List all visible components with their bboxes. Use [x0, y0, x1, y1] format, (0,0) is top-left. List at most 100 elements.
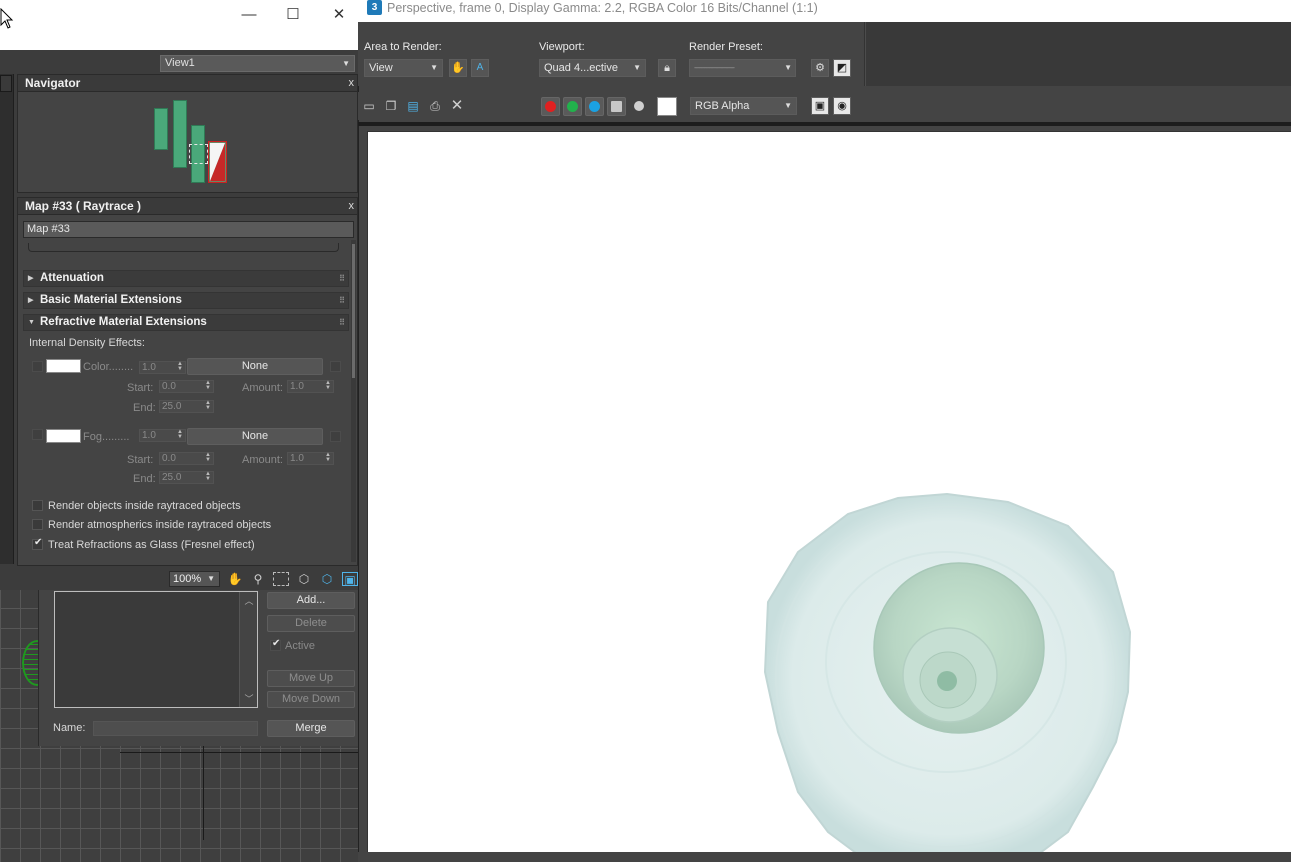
navigator-selected-node[interactable] [208, 141, 227, 183]
rollout-basic-material-extensions[interactable]: ▶ Basic Material Extensions ⠿ [23, 292, 349, 309]
treat-refractions-glass-label: Treat Refractions as Glass (Fresnel effe… [48, 539, 255, 551]
navigator-close-button[interactable]: x [349, 75, 355, 92]
top-left-window-titlebar [0, 0, 358, 50]
render-preset-label: Render Preset: [689, 41, 763, 53]
zoom-all-icon[interactable]: ▣ [342, 572, 358, 587]
fog-map-enable-checkbox[interactable] [330, 431, 341, 442]
auto-region-icon[interactable]: A [471, 59, 489, 77]
channel-display-value: RGB Alpha [695, 100, 750, 112]
spinner-value: 25.0 [162, 401, 182, 412]
maximize-button[interactable]: ☐ [282, 6, 304, 24]
state-list[interactable] [54, 591, 258, 708]
state-name-field[interactable] [93, 721, 258, 736]
start-label: Start: [127, 454, 154, 466]
fog-enable-checkbox[interactable] [32, 429, 43, 440]
color-amount-spinner[interactable]: 1.0 ▲ ▼ [139, 361, 186, 374]
spinner-arrows-icon: ▲ ▼ [205, 471, 211, 482]
fog-start-spinner[interactable]: 0.0 ▲ ▼ [159, 452, 214, 465]
copy-icon[interactable]: ❐ [383, 99, 399, 113]
close-button[interactable]: ✕ [328, 6, 350, 24]
color-label: Color........ [83, 361, 134, 373]
print-icon[interactable]: ⎙ [427, 99, 443, 113]
zoom-extents-icon[interactable]: ⬡ [296, 572, 312, 586]
render-separator [358, 122, 1291, 126]
color-enable-checkbox[interactable] [32, 361, 43, 372]
pan-hand-icon[interactable]: ✋ [227, 572, 243, 586]
red-channel-toggle[interactable] [541, 97, 560, 116]
scroll-up-icon[interactable]: ︿ [240, 594, 258, 607]
left-edge-cell[interactable] [0, 75, 12, 92]
active-checkbox[interactable] [270, 638, 281, 651]
monochrome-icon[interactable] [634, 101, 644, 111]
color-amount-value-spinner[interactable]: 1.0 ▲ ▼ [287, 380, 334, 393]
render-toggle-icon[interactable]: ◉ [833, 97, 851, 115]
color-start-spinner[interactable]: 0.0 ▲ ▼ [159, 380, 214, 393]
render-objects-inside-checkbox[interactable] [32, 500, 43, 511]
color-end-spinner[interactable]: 25.0 ▲ ▼ [159, 400, 214, 413]
render-setup-icon[interactable]: ⚙ [811, 59, 829, 77]
rollout-label: Attenuation [40, 272, 104, 284]
end-label: End: [133, 402, 156, 414]
clear-icon[interactable]: ✕ [449, 98, 465, 113]
viewport-dropdown[interactable]: Quad 4...ective ▼ [539, 59, 646, 77]
minimize-button[interactable]: — [238, 6, 260, 24]
fog-swatch[interactable] [46, 429, 81, 443]
navigator-node[interactable] [173, 100, 187, 168]
map-panel-title-bar[interactable]: Map #33 ( Raytrace ) x [18, 198, 357, 215]
map-panel-scroll-thumb[interactable] [352, 244, 355, 378]
chevron-down-icon: ▼ [430, 63, 438, 72]
navigator-node[interactable] [154, 108, 168, 150]
merge-button[interactable]: Merge [267, 720, 355, 737]
delete-button[interactable]: Delete [267, 615, 355, 632]
color-swatch[interactable] [46, 359, 81, 373]
amount-label: Amount: [242, 454, 283, 466]
fog-amount-spinner[interactable]: 1.0 ▲ ▼ [139, 429, 186, 442]
rollout-refractive-material-extensions[interactable]: ▼ Refractive Material Extensions ⠿ [23, 314, 349, 331]
navigator-title-bar[interactable]: Navigator x [18, 75, 357, 92]
app-logo-icon: 3 [367, 0, 382, 15]
zoom-region-icon[interactable] [273, 572, 289, 586]
area-to-render-label: Area to Render: [364, 41, 442, 53]
spinner-arrows-icon: ▲ ▼ [177, 429, 183, 440]
zoom-magnifier-icon[interactable]: ⚲ [250, 572, 266, 586]
move-down-button[interactable]: Move Down [267, 691, 355, 708]
zoom-extents-selected-icon[interactable]: ⬡ [319, 572, 335, 586]
fog-map-button[interactable]: None [187, 428, 323, 445]
view-dropdown[interactable]: View1 ▼ [160, 55, 355, 72]
color-map-button[interactable]: None [187, 358, 323, 375]
rendered-image[interactable] [367, 131, 1291, 852]
save-icon[interactable]: ▭ [361, 99, 377, 113]
display-toggle-icon[interactable]: ▣ [811, 97, 829, 115]
navigator-view-frame[interactable] [189, 144, 208, 164]
fog-amount-value-spinner[interactable]: 1.0 ▲ ▼ [287, 452, 334, 465]
scroll-down-icon[interactable]: ﹀ [240, 692, 258, 705]
state-list-scrollbar[interactable]: ︿ ﹀ [239, 592, 257, 707]
render-preset-dropdown[interactable]: ------------------------ ▼ [689, 59, 796, 77]
spinner-value: 1.0 [142, 430, 156, 441]
spinner-value: 1.0 [142, 362, 156, 373]
rollout-label: Refractive Material Extensions [40, 316, 207, 328]
green-channel-toggle[interactable] [563, 97, 582, 116]
blue-channel-toggle[interactable] [585, 97, 604, 116]
color-map-enable-checkbox[interactable] [330, 361, 341, 372]
map-panel-close-button[interactable]: x [349, 198, 355, 215]
zoom-dropdown[interactable]: 100% ▼ [169, 571, 220, 587]
environment-icon[interactable]: ◩ [833, 59, 851, 77]
channel-display-dropdown[interactable]: RGB Alpha ▼ [690, 97, 797, 115]
area-to-render-dropdown[interactable]: View ▼ [364, 59, 443, 77]
rollout-attenuation[interactable]: ▶ Attenuation ⠿ [23, 270, 349, 287]
lock-icon[interactable]: 🔒︎ [658, 59, 676, 77]
add-button[interactable]: Add... [267, 592, 355, 609]
spinner-value: 1.0 [290, 453, 304, 464]
alpha-channel-toggle[interactable] [607, 97, 626, 116]
render-atmospherics-inside-checkbox[interactable] [32, 519, 43, 530]
spinner-value: 25.0 [162, 472, 182, 483]
treat-refractions-glass-checkbox[interactable] [32, 537, 43, 550]
map-name-field[interactable]: Map #33 [23, 221, 354, 238]
move-up-button[interactable]: Move Up [267, 670, 355, 687]
rollout-label: Basic Material Extensions [40, 294, 182, 306]
fog-end-spinner[interactable]: 25.0 ▲ ▼ [159, 471, 214, 484]
background-color-swatch[interactable] [657, 97, 677, 116]
clone-icon[interactable]: ▤ [405, 99, 421, 113]
hand-icon[interactable]: ✋ [449, 59, 467, 77]
